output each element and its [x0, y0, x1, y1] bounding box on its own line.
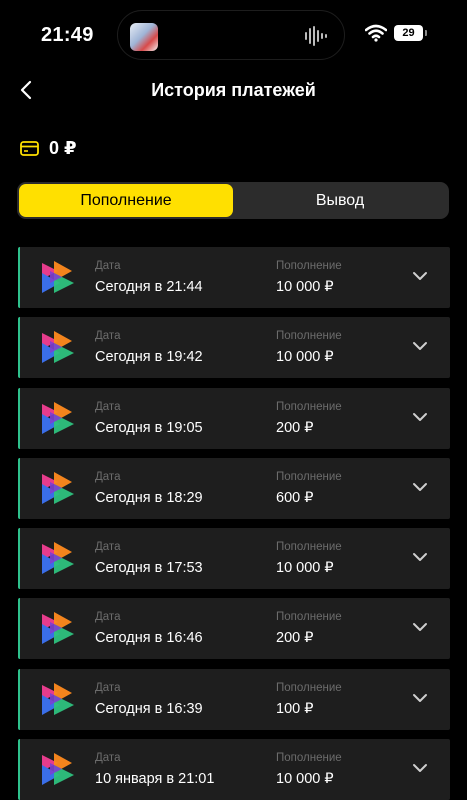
date-label: Дата [95, 611, 121, 624]
transaction-card[interactable]: Дата Сегодня в 21:44 Пополнение 10 000 ₽ [18, 247, 450, 308]
amount-value: 10 000 ₽ [276, 560, 334, 577]
date-value: Сегодня в 17:53 [95, 560, 203, 577]
status-bar: 21:49 29 [0, 0, 467, 70]
logo-icon [42, 682, 74, 715]
date-column: Дата Сегодня в 19:42 [95, 329, 203, 366]
amount-label: Пополнение [276, 541, 342, 554]
balance: 0 ₽ [20, 138, 77, 159]
chevron-down-icon[interactable] [412, 411, 428, 423]
amount-value: 600 ₽ [276, 489, 314, 506]
chevron-down-icon[interactable] [412, 762, 428, 774]
chevron-down-icon[interactable] [412, 340, 428, 352]
date-value: Сегодня в 21:44 [95, 279, 203, 295]
date-column: Дата Сегодня в 16:39 [95, 681, 203, 718]
page-title: История платежей [151, 80, 316, 100]
chevron-down-icon[interactable] [412, 481, 428, 493]
amount-column: Пополнение 10 000 ₽ [276, 259, 342, 296]
card-icon [20, 141, 39, 156]
logo-icon [42, 261, 74, 293]
date-label: Дата [95, 260, 121, 272]
transaction-list: Дата Сегодня в 21:44 Пополнение 10 000 ₽… [18, 247, 450, 800]
amount-label: Пополнение [276, 330, 342, 343]
chevron-down-icon[interactable] [412, 692, 428, 704]
date-value: Сегодня в 19:05 [95, 419, 203, 436]
amount-value: 10 000 ₽ [276, 279, 334, 295]
amount-label: Пополнение [276, 611, 342, 624]
audio-wave-icon [305, 26, 327, 46]
logo-icon [42, 471, 74, 504]
date-value: Сегодня в 16:46 [95, 630, 203, 647]
amount-column: Пополнение 10 000 ₽ [276, 751, 342, 788]
date-label: Дата [95, 541, 121, 554]
media-thumbnail [130, 23, 158, 51]
amount-value: 200 ₽ [276, 419, 314, 436]
amount-value: 100 ₽ [276, 700, 314, 717]
amount-column: Пополнение 100 ₽ [276, 681, 342, 718]
amount-label: Пополнение [276, 752, 342, 765]
tab-withdraw[interactable]: Вывод [233, 184, 447, 217]
date-value: Сегодня в 19:42 [95, 349, 203, 366]
tabs: Пополнение Вывод [17, 182, 449, 219]
chevron-down-icon[interactable] [412, 621, 428, 633]
date-column: Дата Сегодня в 18:29 [95, 470, 203, 507]
balance-value: 0 ₽ [49, 138, 77, 158]
amount-label: Пополнение [276, 681, 342, 694]
transaction-card[interactable]: Дата Сегодня в 19:42 Пополнение 10 000 ₽ [18, 317, 450, 379]
tab-deposit[interactable]: Пополнение [19, 184, 233, 217]
amount-column: Пополнение 10 000 ₽ [276, 540, 342, 577]
date-column: Дата Сегодня в 17:53 [95, 540, 203, 577]
date-label: Дата [95, 330, 121, 343]
battery-indicator: 29 [394, 25, 427, 41]
date-label: Дата [95, 400, 121, 413]
wifi-icon [365, 24, 387, 42]
logo-icon [42, 331, 74, 364]
amount-value: 200 ₽ [276, 630, 314, 647]
logo-icon [42, 612, 74, 645]
date-column: Дата 10 января в 21:01 [95, 751, 214, 788]
date-label: Дата [95, 470, 121, 483]
amount-column: Пополнение 10 000 ₽ [276, 329, 342, 366]
amount-column: Пополнение 200 ₽ [276, 610, 342, 647]
transaction-card[interactable]: Дата Сегодня в 18:29 Пополнение 600 ₽ [18, 457, 450, 519]
transaction-card[interactable]: Дата Сегодня в 16:46 Пополнение 200 ₽ [18, 598, 450, 660]
amount-label: Пополнение [276, 470, 342, 483]
date-column: Дата Сегодня в 16:46 [95, 610, 203, 647]
chevron-down-icon[interactable] [412, 551, 428, 563]
logo-icon [42, 401, 74, 434]
dynamic-island[interactable] [117, 10, 345, 60]
date-label: Дата [95, 752, 121, 765]
amount-column: Пополнение 200 ₽ [276, 400, 342, 437]
date-column: Дата Сегодня в 21:44 [95, 259, 203, 296]
chevron-down-icon[interactable] [412, 270, 428, 282]
transaction-card[interactable]: Дата 10 января в 21:01 Пополнение 10 000… [18, 739, 450, 800]
amount-label: Пополнение [276, 260, 342, 272]
date-value: Сегодня в 18:29 [95, 489, 203, 506]
status-time: 21:49 [41, 24, 94, 46]
transaction-card[interactable]: Дата Сегодня в 19:05 Пополнение 200 ₽ [18, 387, 450, 449]
date-label: Дата [95, 681, 121, 694]
date-value: Сегодня в 16:39 [95, 700, 203, 717]
amount-label: Пополнение [276, 400, 342, 413]
amount-value: 10 000 ₽ [276, 771, 334, 788]
date-column: Дата Сегодня в 19:05 [95, 400, 203, 437]
logo-icon [42, 542, 74, 575]
date-value: 10 января в 21:01 [95, 771, 215, 788]
transaction-card[interactable]: Дата Сегодня в 16:39 Пополнение 100 ₽ [18, 668, 450, 730]
amount-column: Пополнение 600 ₽ [276, 470, 342, 507]
logo-icon [42, 753, 74, 786]
transaction-card[interactable]: Дата Сегодня в 17:53 Пополнение 10 000 ₽ [18, 528, 450, 590]
amount-value: 10 000 ₽ [276, 349, 334, 366]
